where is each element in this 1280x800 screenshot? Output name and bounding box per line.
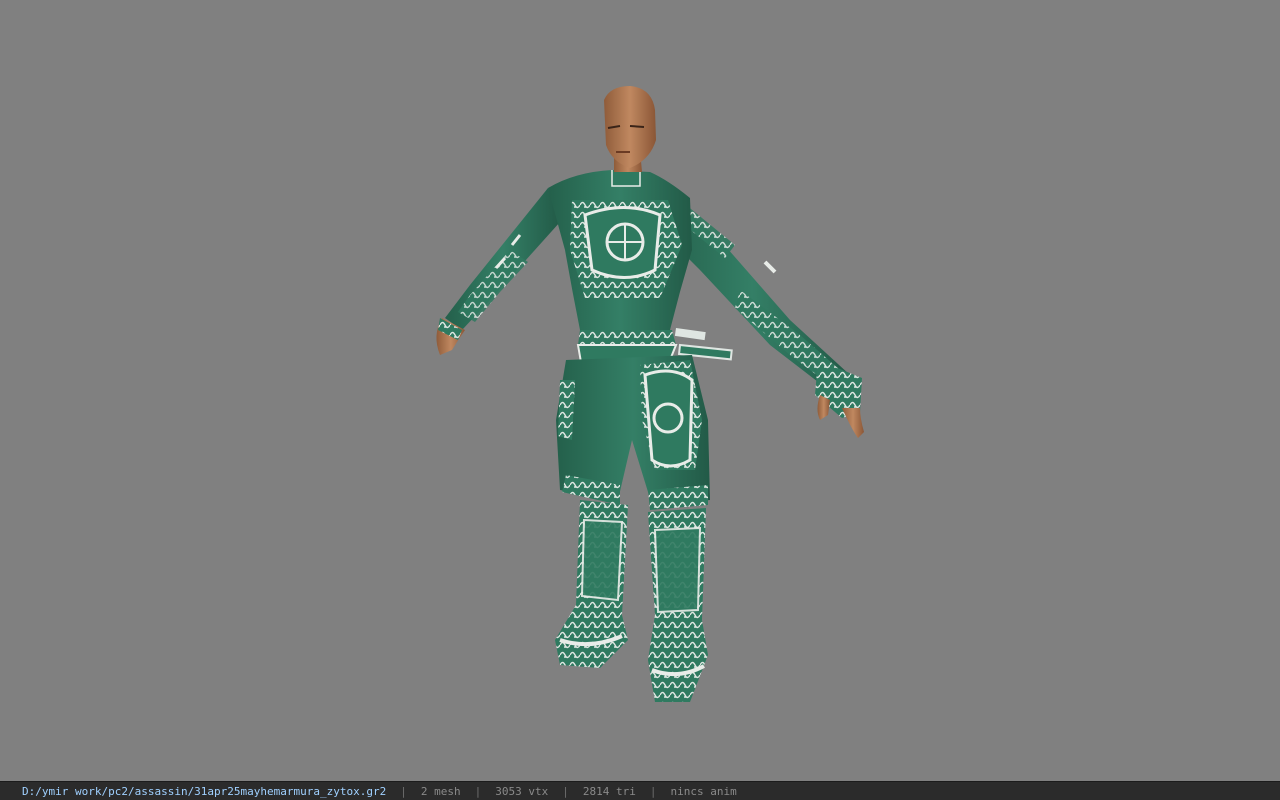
- status-file-path: D:/ymir work/pc2/assassin/31apr25mayhema…: [22, 784, 387, 798]
- status-separator: |: [400, 784, 407, 798]
- status-bar: D:/ymir work/pc2/assassin/31apr25mayhema…: [0, 781, 1280, 800]
- status-separator: |: [562, 784, 569, 798]
- head: [604, 86, 656, 172]
- status-mesh-count: 2 mesh: [420, 784, 461, 798]
- status-separator: |: [649, 784, 657, 798]
- status-triangle-count: 2814 tri: [582, 784, 636, 798]
- status-anim: nincs anim: [670, 784, 737, 798]
- legs: [556, 355, 710, 510]
- 3d-viewport[interactable]: [0, 0, 1280, 781]
- status-vertex-count: 3053 vtx: [495, 784, 549, 798]
- status-separator: |: [474, 784, 482, 798]
- left-arm: [436, 188, 560, 355]
- boots: [555, 500, 708, 702]
- character-model: [436, 86, 864, 702]
